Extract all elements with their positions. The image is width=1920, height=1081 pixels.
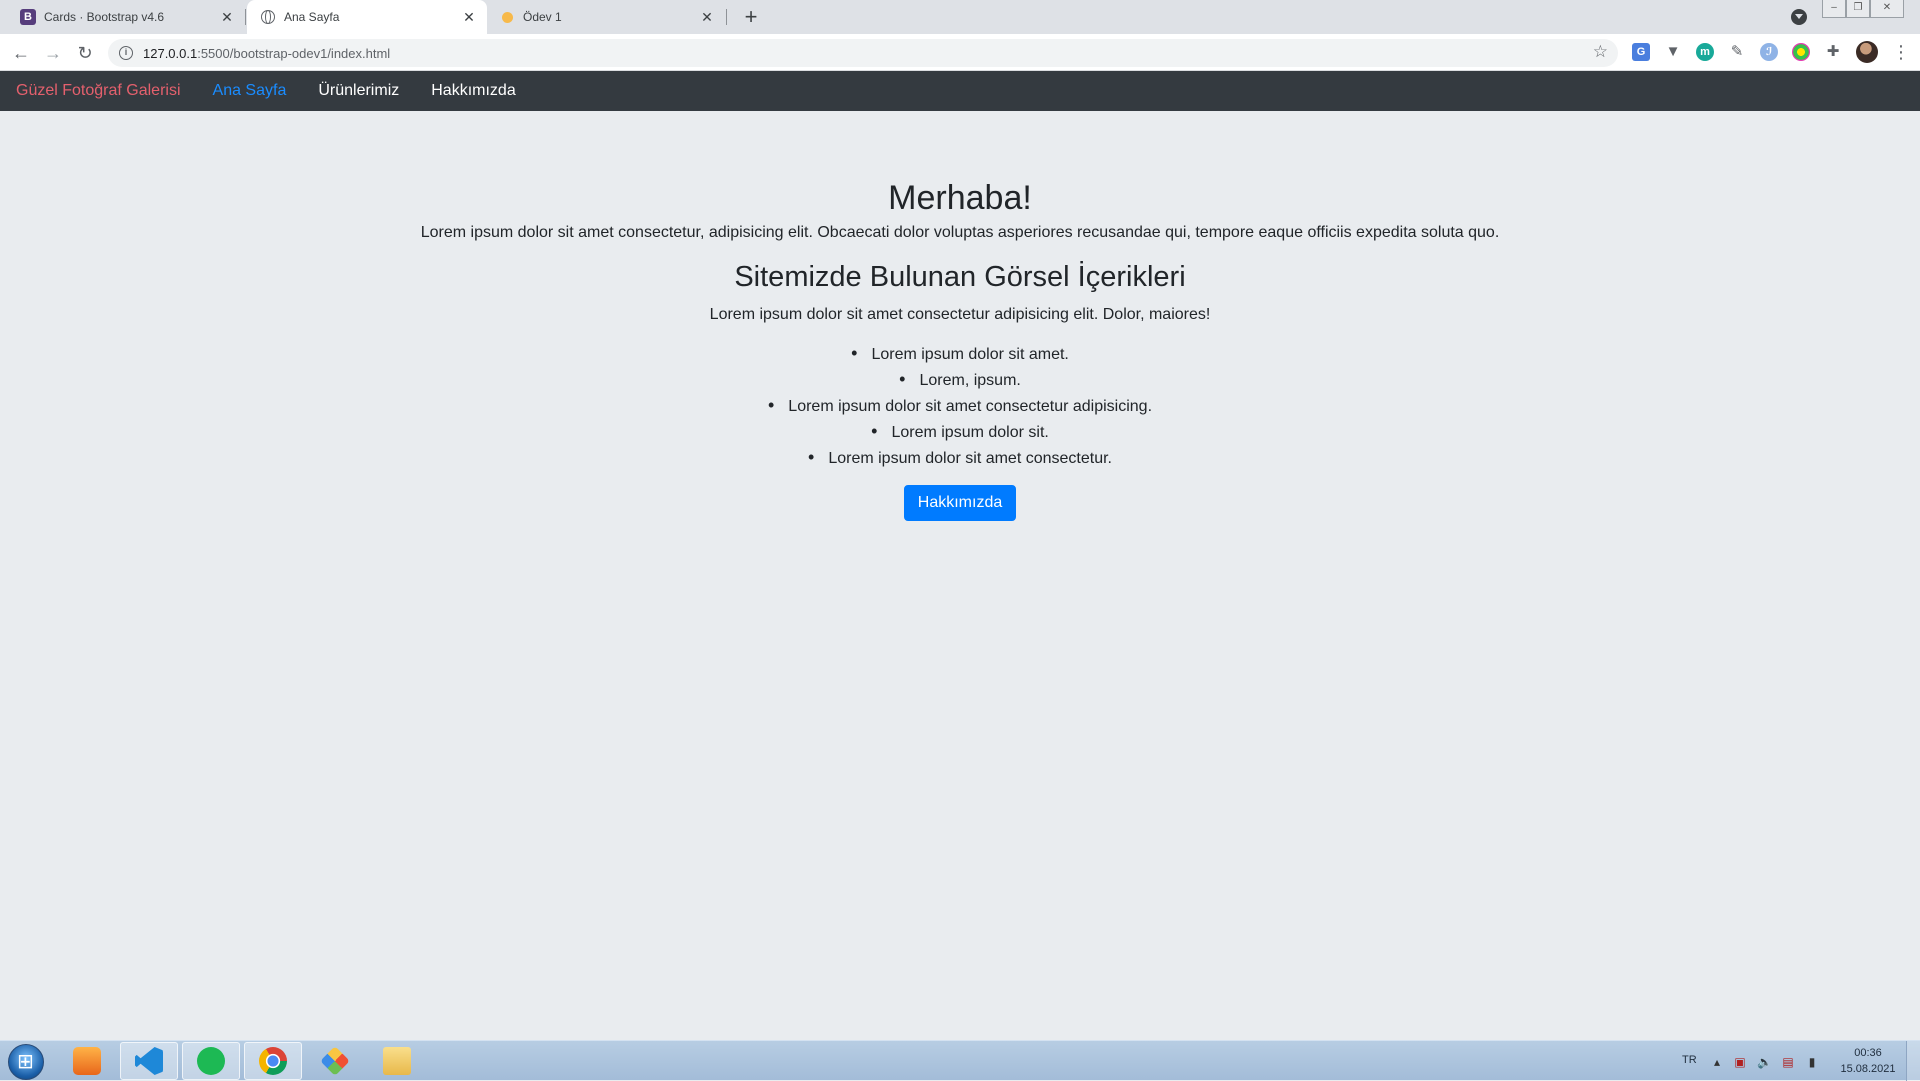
taskbar-spotify[interactable] bbox=[182, 1042, 240, 1080]
list-item: Lorem ipsum dolor sit amet consectetur. bbox=[0, 445, 1920, 471]
tab-title: Cards · Bootstrap v4.6 bbox=[44, 10, 165, 24]
address-bar[interactable]: i 127.0.0.1:5500/bootstrap-odev1/index.h… bbox=[108, 39, 1618, 67]
tab-title: Ödev 1 bbox=[523, 10, 562, 24]
nav-link-urunlerimiz[interactable]: Ürünlerimiz bbox=[318, 82, 399, 100]
extensions-puzzle-icon[interactable]: ✚ bbox=[1824, 43, 1842, 61]
translate-extension-icon[interactable]: G bbox=[1632, 43, 1650, 61]
back-arrow-icon[interactable]: ← bbox=[10, 42, 32, 64]
windows-taskbar: TR ▴ ▣ 🔈 ▤ ▮ 00:36 15.08.2021 bbox=[0, 1040, 1920, 1081]
bookmark-star-icon[interactable]: ☆ bbox=[1593, 42, 1608, 62]
about-button[interactable]: Hakkımızda bbox=[903, 485, 1017, 521]
globe-icon bbox=[260, 9, 276, 25]
reload-icon[interactable]: ↻ bbox=[74, 42, 96, 64]
browser-menu-icon[interactable]: ⋮ bbox=[1892, 42, 1910, 62]
eyedropper-extension-icon[interactable]: ✎ bbox=[1728, 43, 1746, 61]
language-indicator[interactable]: TR bbox=[1682, 1054, 1697, 1066]
close-window-button[interactable]: ✕ bbox=[1870, 0, 1904, 18]
tab-separator bbox=[726, 9, 727, 25]
tab-bootstrap-cards[interactable]: B Cards · Bootstrap v4.6 ✕ bbox=[0, 0, 245, 34]
profile-avatar[interactable] bbox=[1856, 41, 1878, 63]
git-app-icon bbox=[320, 1046, 350, 1076]
minimize-button[interactable]: ‒ bbox=[1822, 0, 1846, 18]
clock-time: 00:36 bbox=[1854, 1047, 1882, 1059]
browser-toolbar: ← → ↻ i 127.0.0.1:5500/bootstrap-odev1/i… bbox=[0, 34, 1920, 71]
show-hidden-icons-icon[interactable]: ▴ bbox=[1710, 1056, 1724, 1068]
list-item: Lorem ipsum dolor sit. bbox=[0, 419, 1920, 445]
new-tab-button[interactable]: + bbox=[738, 4, 764, 30]
color-picker-extension-icon[interactable] bbox=[1792, 43, 1810, 61]
taskbar-media-player[interactable] bbox=[58, 1042, 116, 1080]
start-button[interactable] bbox=[8, 1044, 44, 1080]
vscode-icon bbox=[135, 1047, 163, 1075]
security-tray-icon[interactable]: ▣ bbox=[1733, 1056, 1747, 1068]
taskbar-gitkraken[interactable] bbox=[306, 1042, 364, 1080]
chrome-icon bbox=[259, 1047, 287, 1075]
tab-title: Ana Sayfa bbox=[284, 10, 340, 24]
bootstrap-icon: B bbox=[20, 9, 36, 25]
signal-icon[interactable]: ▮ bbox=[1805, 1056, 1819, 1068]
vuetify-extension-icon[interactable]: ▼ bbox=[1664, 43, 1682, 61]
show-desktop-button[interactable] bbox=[1906, 1041, 1920, 1081]
tab-odev-1[interactable]: Ödev 1 ✕ bbox=[489, 0, 725, 34]
url-path: :5500/bootstrap-odev1/index.html bbox=[197, 45, 391, 61]
nav-link-ana-sayfa[interactable]: Ana Sayfa bbox=[213, 82, 287, 100]
m-extension-icon[interactable]: m bbox=[1696, 43, 1714, 61]
section-paragraph: Lorem ipsum dolor sit amet consectetur a… bbox=[709, 306, 1211, 323]
browser-tab-strip: B Cards · Bootstrap v4.6 ✕ Ana Sayfa ✕ Ö… bbox=[0, 0, 1920, 34]
url-host: 127.0.0.1 bbox=[143, 45, 198, 61]
tab-search-icon[interactable] bbox=[1791, 9, 1807, 25]
tab-separator bbox=[245, 9, 246, 25]
list-item: Lorem, ipsum. bbox=[0, 367, 1920, 393]
taskbar-vscode[interactable] bbox=[120, 1042, 178, 1080]
nav-link-hakkimizda[interactable]: Hakkımızda bbox=[431, 82, 515, 100]
list-item: Lorem ipsum dolor sit amet. bbox=[0, 341, 1920, 367]
network-error-icon[interactable]: ▤ bbox=[1781, 1056, 1795, 1068]
close-icon[interactable]: ✕ bbox=[219, 9, 235, 25]
clock-date: 15.08.2021 bbox=[1840, 1063, 1896, 1075]
volume-icon[interactable]: 🔈 bbox=[1757, 1056, 1772, 1068]
taskbar-explorer[interactable] bbox=[368, 1042, 426, 1080]
intro-paragraph: Lorem ipsum dolor sit amet consectetur, … bbox=[420, 224, 1500, 241]
loading-dot-icon bbox=[499, 9, 515, 25]
info-icon[interactable]: i bbox=[119, 46, 133, 60]
list-item: Lorem ipsum dolor sit amet consectetur a… bbox=[0, 393, 1920, 419]
media-player-icon bbox=[73, 1047, 101, 1075]
page-heading: Merhaba! bbox=[888, 179, 1032, 217]
section-heading: Sitemizde Bulunan Görsel İçerikleri bbox=[734, 261, 1186, 293]
forward-arrow-icon[interactable]: → bbox=[42, 42, 64, 64]
close-icon[interactable]: ✕ bbox=[461, 9, 477, 25]
url-text: 127.0.0.1:5500/bootstrap-odev1/index.htm… bbox=[143, 46, 390, 61]
close-icon[interactable]: ✕ bbox=[699, 9, 715, 25]
folder-icon bbox=[383, 1047, 411, 1075]
taskbar-clock[interactable]: 00:36 15.08.2021 bbox=[1828, 1045, 1908, 1077]
taskbar-chrome[interactable] bbox=[244, 1042, 302, 1080]
content-list: Lorem ipsum dolor sit amet. Lorem, ipsum… bbox=[0, 341, 1920, 471]
navbar-brand[interactable]: Güzel Fotoğraf Galerisi bbox=[16, 82, 181, 100]
spotify-icon bbox=[197, 1047, 225, 1075]
site-navbar: Güzel Fotoğraf Galerisi Ana Sayfa Ürünle… bbox=[0, 71, 1920, 111]
main-content: Merhaba! Lorem ipsum dolor sit amet cons… bbox=[0, 111, 1920, 521]
restore-button[interactable]: ❐ bbox=[1846, 0, 1870, 18]
feather-extension-icon[interactable]: ℐ bbox=[1760, 43, 1778, 61]
tab-ana-sayfa[interactable]: Ana Sayfa ✕ bbox=[247, 0, 487, 34]
